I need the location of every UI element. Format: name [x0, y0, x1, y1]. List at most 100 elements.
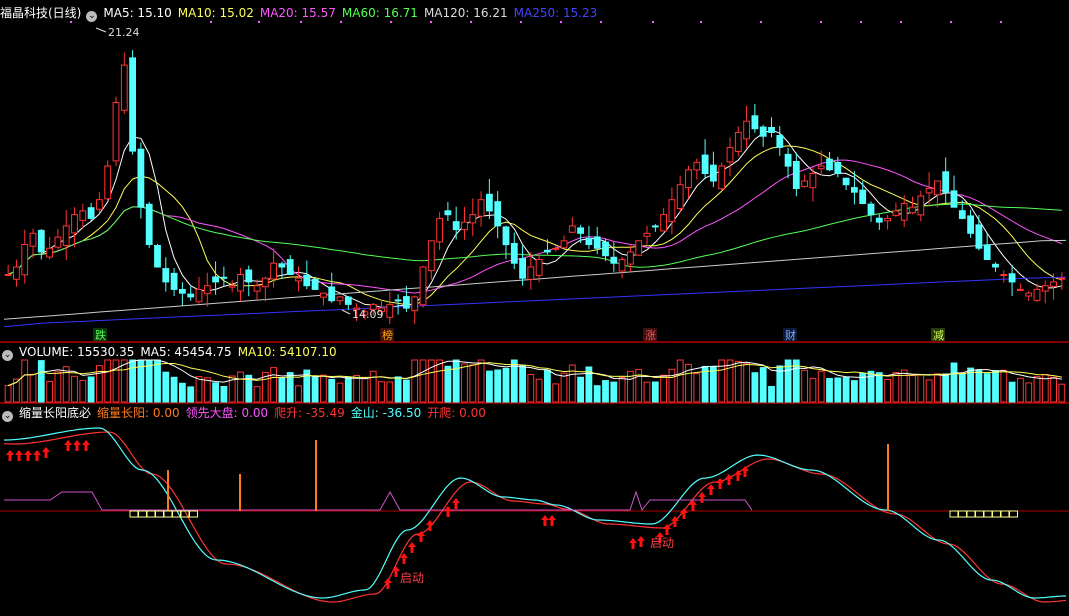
candle-body	[237, 274, 244, 292]
candle-body	[344, 296, 352, 305]
ma250-line	[3, 276, 1067, 328]
event-marker-4[interactable]: 财	[785, 328, 796, 342]
candle-body	[875, 217, 883, 223]
volume-bar	[560, 372, 568, 403]
candle-body	[79, 210, 87, 221]
volume-bar	[187, 386, 195, 403]
volume-bar	[29, 373, 37, 403]
candle-body	[834, 162, 842, 174]
volume-bar	[801, 369, 809, 403]
candle-body	[54, 236, 62, 248]
volume-bar	[618, 377, 626, 403]
volume-bar	[826, 378, 833, 403]
volume-bar	[444, 365, 452, 403]
moving-average-lines	[3, 129, 1067, 328]
candle-body	[427, 240, 435, 272]
candle-body	[1008, 273, 1016, 283]
volume-bar	[469, 364, 477, 403]
buy-arrow-icon	[707, 484, 715, 495]
volume-bar	[79, 380, 87, 403]
volume-bar	[552, 383, 560, 403]
volume-bar	[651, 381, 659, 403]
volume-bar	[46, 380, 54, 403]
candle-body	[1017, 288, 1024, 291]
volume-bar	[1058, 383, 1066, 403]
volume-bar	[270, 367, 278, 403]
buy-arrow-icon	[689, 500, 697, 511]
volume-bar	[477, 359, 485, 403]
volume-bar	[386, 381, 394, 403]
volume-bar	[394, 376, 402, 403]
volume-bar	[436, 359, 444, 403]
candle-body	[817, 165, 825, 170]
candle-body	[120, 64, 128, 111]
volume-bar	[220, 386, 228, 403]
top-dot	[900, 21, 902, 23]
volume-bar	[1033, 375, 1041, 403]
candle-body	[1050, 281, 1057, 287]
candle-body	[112, 102, 120, 162]
candle-body	[461, 221, 468, 231]
candle-body	[610, 256, 618, 264]
volume-bar	[62, 366, 70, 403]
candle-body	[701, 154, 709, 175]
volume-bar	[320, 374, 327, 403]
candle-body	[668, 199, 676, 223]
candle-body	[726, 146, 734, 163]
volume-bar	[1008, 381, 1016, 403]
indicator-box	[1000, 510, 1010, 518]
top-dot	[70, 21, 72, 23]
candle-body	[303, 274, 311, 287]
volume-bar	[112, 359, 120, 403]
volume-bar	[311, 376, 319, 403]
top-dot	[470, 21, 472, 23]
candle-body	[37, 229, 45, 253]
volume-bar	[851, 380, 858, 403]
candle-body	[62, 225, 70, 246]
volume-bar	[378, 381, 385, 403]
candle-body	[693, 161, 701, 171]
volume-bar	[535, 378, 543, 403]
top-dot	[430, 21, 432, 23]
volume-bar	[909, 375, 916, 403]
top-dot	[860, 21, 862, 23]
buy-arrow-icon	[384, 578, 392, 589]
event-marker-3[interactable]: 涨	[645, 329, 656, 342]
candle-body	[162, 268, 170, 283]
candle-body	[203, 285, 211, 295]
indicator-box	[949, 510, 959, 518]
volume-bar	[21, 359, 29, 403]
volume-bar	[817, 370, 825, 403]
buy-arrow-icon	[548, 515, 556, 526]
volume-bar	[958, 372, 966, 403]
candle-body	[809, 173, 817, 189]
candle-body	[884, 217, 892, 222]
volume-bar	[419, 359, 427, 403]
top-dot	[652, 21, 654, 23]
volume-bar	[734, 360, 742, 403]
candle-body	[411, 296, 419, 312]
event-marker-5[interactable]: 减	[933, 329, 944, 342]
buy-arrow-icon	[64, 440, 72, 451]
volume-bar	[486, 370, 493, 403]
candle-body	[942, 171, 950, 193]
candle-body	[751, 115, 759, 130]
volume-bar	[37, 360, 45, 403]
volume-bar	[643, 381, 651, 403]
candle-body	[96, 199, 103, 210]
high-label: 21.24	[108, 26, 140, 39]
volume-bar	[461, 363, 468, 403]
event-marker-2[interactable]: 榜	[382, 328, 393, 342]
volume-bar	[403, 379, 410, 403]
volume-bar	[875, 372, 883, 403]
volume-bar	[934, 373, 941, 403]
volume-bar	[336, 382, 344, 403]
candle-body	[718, 165, 726, 190]
candle-body	[137, 148, 145, 208]
event-marker-1[interactable]: 跌	[95, 328, 106, 342]
buy-arrow-icon	[24, 450, 32, 461]
candle-body	[643, 232, 651, 237]
candle-body	[593, 236, 601, 249]
candle-body	[585, 237, 593, 246]
volume-bar	[668, 368, 676, 403]
